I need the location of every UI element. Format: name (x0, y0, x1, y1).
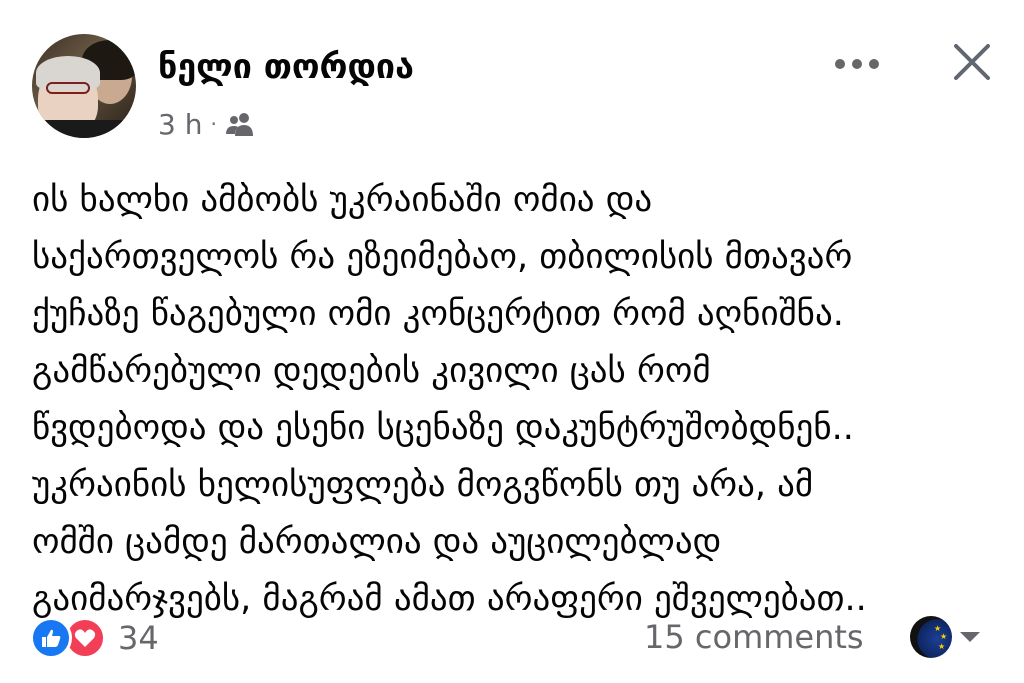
post-line: ქუჩაზე წაგებული ომი კონცერტით რომ აღნიშნ… (32, 294, 844, 334)
post-line: ის ხალხი ამბობს უკრაინაში ომია და (32, 180, 653, 220)
post-line: ომში ცამდე მართალია და აუცილებლად (32, 522, 722, 562)
comments-link[interactable]: 15 comments (644, 618, 864, 656)
post-text: ის ხალხი ამბობს უკრაინაში ომია და საქართ… (32, 172, 1012, 628)
reaction-count: 34 (118, 619, 159, 657)
post-line: გამწარებული დედების კივილი ცას რომ (32, 351, 711, 391)
post-line: გაიმარჯვებს, მაგრამ ამათ არაფერი ეშველებ… (32, 579, 867, 619)
post-line: საქართველოს რა ეზეიმებაო, თბილისის მთავა… (32, 237, 853, 277)
close-icon[interactable] (952, 42, 992, 82)
post-time[interactable]: 3 h (158, 108, 202, 141)
friends-icon[interactable] (225, 112, 255, 136)
meta-separator: · (210, 112, 217, 136)
author-avatar[interactable] (32, 34, 136, 138)
post-meta: 3 h · (158, 104, 255, 144)
more-options-icon[interactable] (834, 58, 880, 70)
post-line: უკრაინის ხელისუფლება მოგვწონს თუ არა, ამ (32, 465, 814, 505)
like-reaction-icon (30, 617, 72, 659)
post-line: წვდებოდა და ესენი სცენაზე დაკუნტრუშობდნე… (32, 408, 854, 448)
caret-down-icon[interactable] (958, 630, 982, 644)
viewer-avatar-icon[interactable]: ★ ★ ★ (910, 616, 952, 658)
author-name[interactable]: ნელი თორდია (158, 50, 414, 84)
reactions-summary[interactable]: 34 (30, 614, 159, 662)
